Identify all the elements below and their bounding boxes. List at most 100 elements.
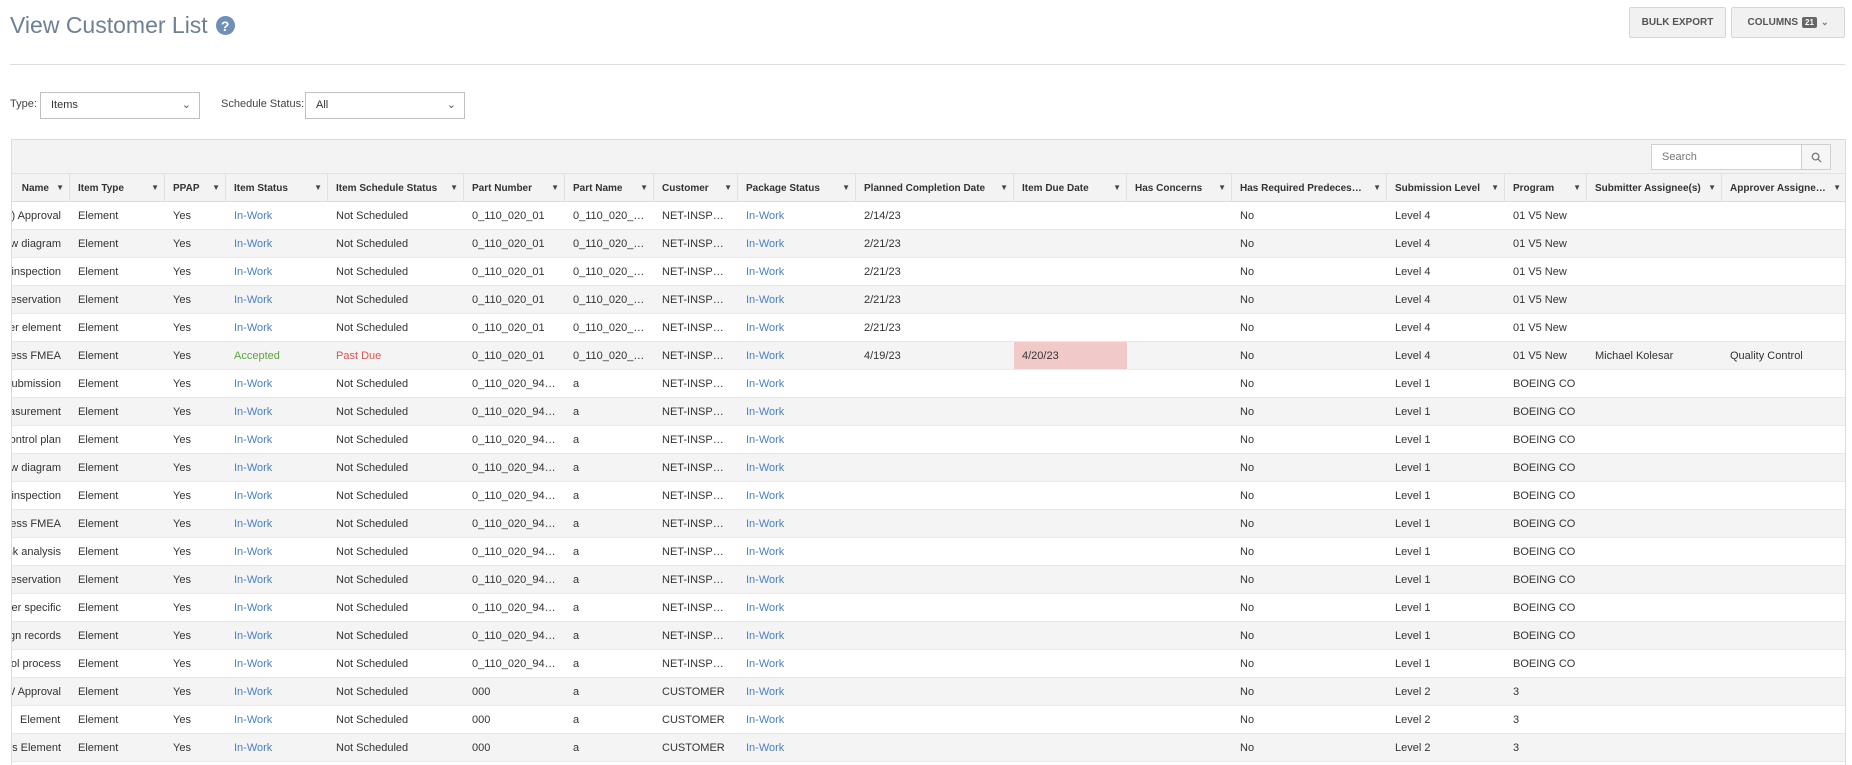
column-filter-icon[interactable]: ▼ [1573, 183, 1581, 192]
column-header-ppap[interactable]: PPAP ▼ [165, 174, 226, 202]
column-filter-icon[interactable]: ▼ [1708, 183, 1716, 192]
cell-approver-assignees [1722, 398, 1845, 425]
table-row[interactable]: PSW Approval Element Yes In-Work Not Schedul… [12, 678, 1845, 706]
cell-package-status[interactable]: In-Work [738, 258, 856, 285]
table-row[interactable]: Packaging, preservation Element Yes In-Work… [12, 286, 1845, 314]
table-row[interactable]: Control process Element Yes In-Work Not Sche… [12, 650, 1845, 678]
column-filter-icon[interactable]: ▼ [842, 183, 850, 192]
cell-package-status[interactable]: In-Work [738, 342, 856, 369]
cell-package-status[interactable]: In-Work [738, 734, 856, 761]
cell-package-status[interactable]: In-Work [738, 230, 856, 257]
cell-item-schedule-status: Not Scheduled [336, 574, 409, 586]
cell-item-schedule-status: Not Scheduled [336, 406, 409, 418]
cell-item-status: In-Work [234, 322, 273, 334]
cell-package-status[interactable]: In-Work [738, 566, 856, 593]
cell-program: BOEING CO [1513, 518, 1576, 530]
column-filter-icon[interactable]: ▼ [1000, 183, 1008, 192]
cell-customer: NET-INSPECT [662, 210, 735, 222]
column-filter-icon[interactable]: ▼ [1491, 183, 1499, 192]
column-header-submitter-assignees[interactable]: Submitter Assignee(s) ▼ [1587, 174, 1722, 202]
table-row[interactable]: Process FMEA Element Yes Accepted Past Due 0_… [12, 342, 1845, 370]
column-filter-icon[interactable]: ▼ [1373, 183, 1381, 192]
table-row[interactable]: Process flow diagram Element Yes In-Work Not… [12, 230, 1845, 258]
column-filter-icon[interactable]: ▼ [56, 183, 64, 192]
cell-item-status: In-Work [234, 630, 273, 642]
cell-ppap: Yes [173, 742, 191, 754]
table-row[interactable]: Part Submission Warrant (PSW) Approval El… [12, 202, 1845, 230]
table-row[interactable]: Design risk analysis Element Yes In-Work Not… [12, 538, 1845, 566]
table-row[interactable]: Element Element Yes In-Work Not Scheduled 000… [12, 706, 1845, 734]
column-filter-icon[interactable]: ▼ [450, 183, 458, 192]
cell-item-due-date [1014, 314, 1127, 341]
column-header-approver-assignees[interactable]: Approver Assignee(s) ▼ [1722, 174, 1845, 202]
cell-package-status[interactable]: In-Work [738, 622, 856, 649]
bulk-export-button[interactable]: BULK EXPORT [1629, 7, 1726, 38]
column-filter-icon[interactable]: ▼ [640, 183, 648, 192]
column-filter-icon[interactable]: ▼ [724, 183, 732, 192]
column-header-has-concerns[interactable]: Has Concerns ▼ [1127, 174, 1232, 202]
column-header-item-status[interactable]: Item Status ▼ [226, 174, 328, 202]
column-header-label: Item Status [234, 183, 288, 194]
column-filter-icon[interactable]: ▼ [212, 183, 220, 192]
column-header-package-status[interactable]: Package Status ▼ [738, 174, 856, 202]
cell-submitter-assignees [1587, 286, 1722, 313]
schedule-status-select[interactable]: All ⌄ [305, 92, 465, 119]
cell-package-status[interactable]: In-Work [738, 286, 856, 313]
cell-package-status[interactable]: In-Work [738, 454, 856, 481]
cell-item-schedule-status: Not Scheduled [336, 686, 409, 698]
cell-package-status[interactable]: In-Work [738, 426, 856, 453]
column-filter-icon[interactable]: ▼ [314, 183, 322, 192]
table-row[interactable]: First article inspection Element Yes In-Wor… [12, 258, 1845, 286]
search-input[interactable] [1651, 144, 1801, 170]
cell-package-status[interactable]: In-Work [738, 202, 856, 229]
table-row[interactable]: Packaging, preservation Element Yes In-Work… [12, 566, 1845, 594]
table-row[interactable]: Process flow diagram Element Yes In-Work Not… [12, 454, 1845, 482]
type-select[interactable]: Items ⌄ [40, 92, 200, 119]
cell-package-status[interactable]: In-Work [738, 510, 856, 537]
cell-package-status[interactable]: In-Work [738, 314, 856, 341]
cell-item-status: In-Work [234, 434, 273, 446]
cell-part-name: 0_110_020_01 [573, 266, 646, 278]
cell-submitter-assignees [1587, 202, 1722, 229]
cell-part-name: a [573, 378, 580, 390]
table-row[interactable]: Process FMEA Element Yes In-Work Not Schedul… [12, 510, 1845, 538]
column-header-has-required-predecessors[interactable]: Has Required Predecessors ▼ [1232, 174, 1387, 202]
table-row[interactable]: Measurement Element Yes In-Work Not Schedule… [12, 398, 1845, 426]
column-header-item-type[interactable]: Item Type ▼ [70, 174, 165, 202]
bulk-export-label: BULK EXPORT [1641, 17, 1714, 28]
column-filter-icon[interactable]: ▼ [1113, 183, 1121, 192]
table-row[interactable]: Control plan Element Yes In-Work Not Schedul… [12, 426, 1845, 454]
column-filter-icon[interactable]: ▼ [1218, 183, 1226, 192]
column-header-customer[interactable]: Customer ▼ [654, 174, 738, 202]
column-header-submission-level[interactable]: Submission Level ▼ [1387, 174, 1505, 202]
table-row[interactable]: Customer specific Element Yes In-Work Not Sc… [12, 594, 1845, 622]
cell-package-status[interactable]: In-Work [738, 594, 856, 621]
cell-package-status[interactable]: In-Work [738, 650, 856, 677]
cell-item-type: Element [78, 462, 119, 474]
column-header-part-number[interactable]: Part Number ▼ [464, 174, 565, 202]
table-row[interactable]: Customer element Element Yes In-Work Not Sch… [12, 314, 1845, 342]
cell-package-status[interactable]: In-Work [738, 678, 856, 705]
column-filter-icon[interactable]: ▼ [151, 183, 159, 192]
column-header-program[interactable]: Program ▼ [1505, 174, 1587, 202]
table-row[interactable]: Design records Element Yes In-Work Not Sched… [12, 622, 1845, 650]
cell-package-status[interactable]: In-Work [738, 398, 856, 425]
column-filter-icon[interactable]: ▼ [1833, 183, 1841, 192]
column-header-part-name[interactable]: Part Name ▼ [565, 174, 654, 202]
table-row[interactable]: First article inspection Element Yes In-Wor… [12, 482, 1845, 510]
columns-button[interactable]: COLUMNS 21 ⌄ [1731, 7, 1845, 38]
help-icon[interactable]: ? [215, 16, 235, 35]
column-header-item-name[interactable]: Item Name ▼ [12, 174, 70, 202]
column-filter-icon[interactable]: ▼ [551, 183, 559, 192]
cell-package-status[interactable]: In-Work [738, 370, 856, 397]
search-button[interactable] [1801, 144, 1831, 170]
column-header-item-due-date[interactable]: Item Due Date ▼ [1014, 174, 1127, 202]
column-header-planned-completion-date[interactable]: Planned Completion Date ▼ [856, 174, 1014, 202]
table-row[interactable]: Part submission Element Yes In-Work Not Sche… [12, 370, 1845, 398]
column-header-item-schedule-status[interactable]: Item Schedule Status ▼ [328, 174, 464, 202]
table-row[interactable]: Status Element Element Yes In-Work Not Sched… [12, 734, 1845, 762]
cell-submission-level: Level 4 [1395, 266, 1431, 278]
cell-package-status[interactable]: In-Work [738, 706, 856, 733]
cell-package-status[interactable]: In-Work [738, 482, 856, 509]
cell-package-status[interactable]: In-Work [738, 538, 856, 565]
